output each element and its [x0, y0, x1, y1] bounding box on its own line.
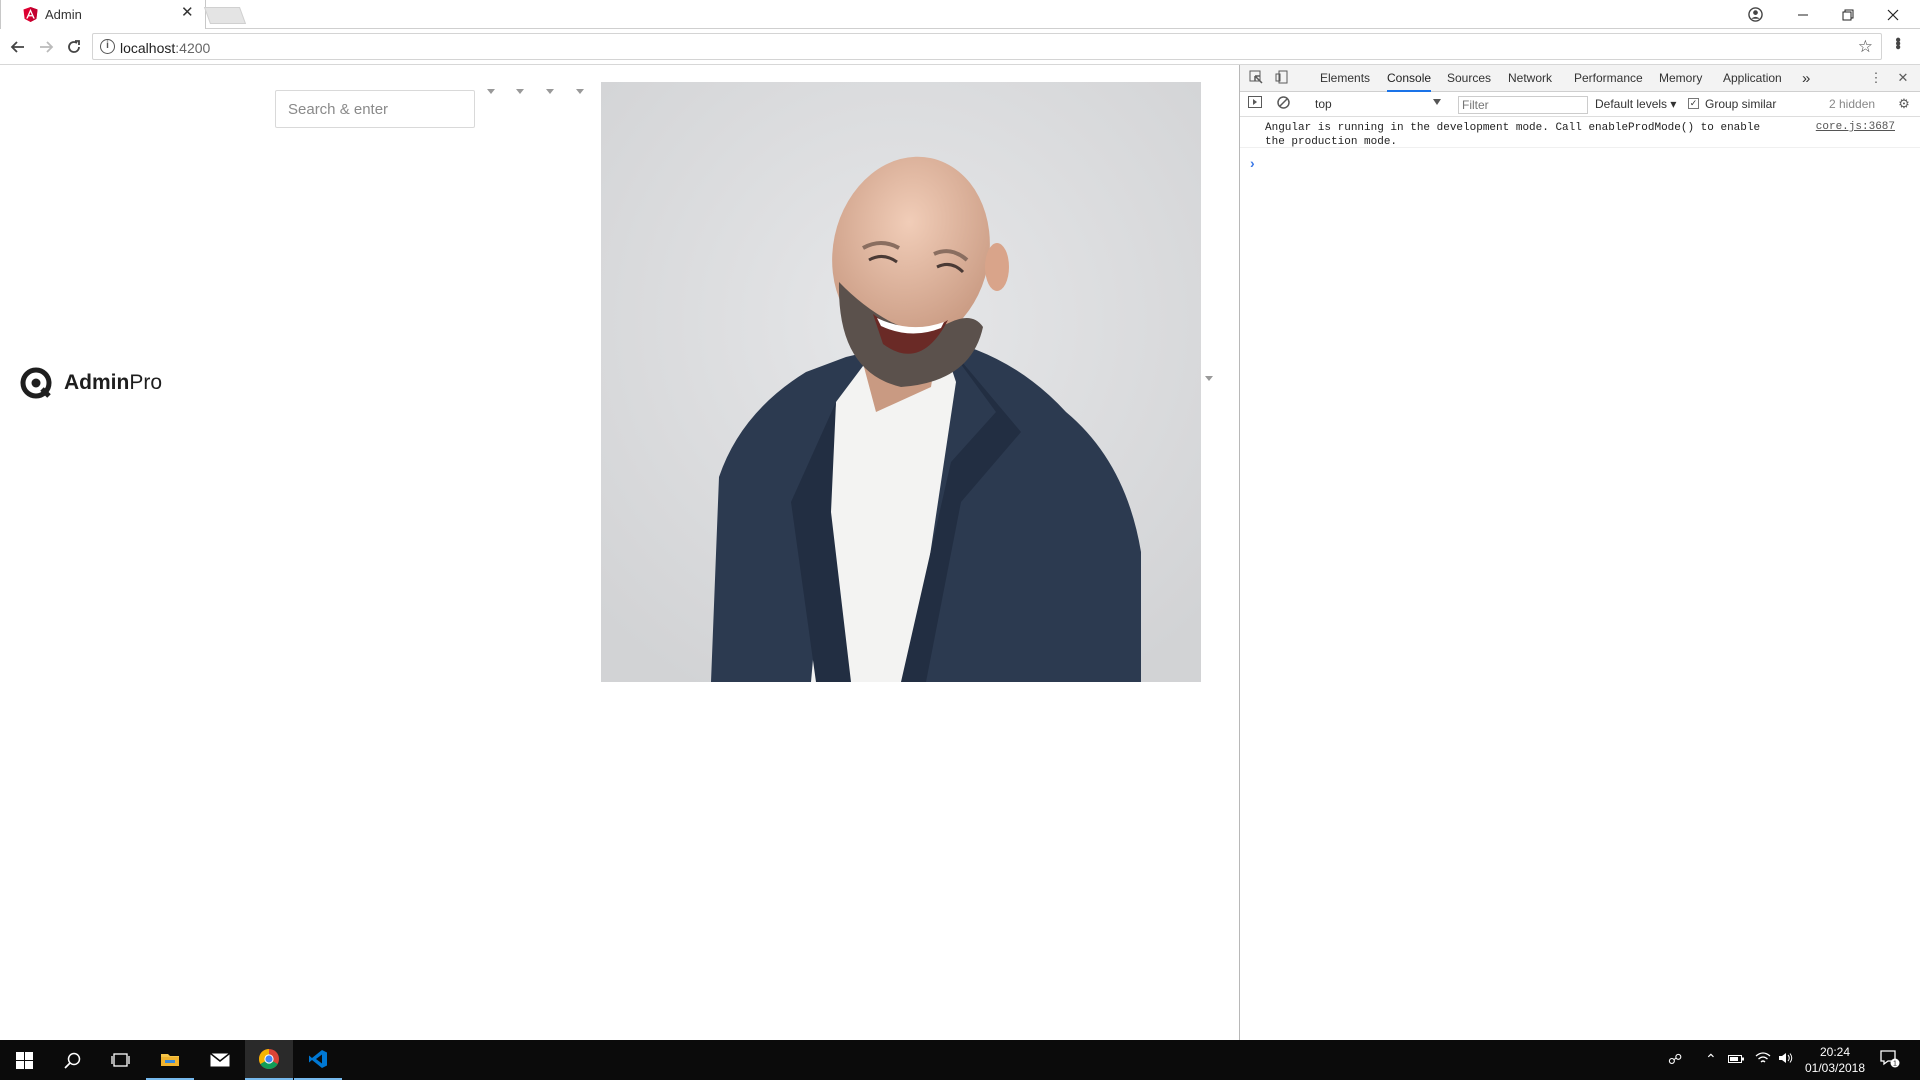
page-viewport: AdminPro: [0, 65, 1239, 1040]
devtools-tab-performance[interactable]: Performance: [1574, 65, 1643, 92]
app-logo[interactable]: AdminPro: [20, 367, 162, 399]
back-icon[interactable]: [6, 35, 30, 59]
log-levels-dropdown[interactable]: Default levels ▾: [1595, 97, 1676, 111]
browser-tab-admin[interactable]: Admin ✕: [0, 0, 206, 29]
angular-icon: [23, 7, 38, 22]
clock-time: 20:24: [1819, 1045, 1851, 1059]
console-toolbar: top Default levels ▾ ✓ Group similar 2 h…: [1240, 92, 1920, 117]
taskbar: ☍ ⌃ 20:24 01/03/2018 1: [0, 1040, 1920, 1080]
sidebar-toggle-icon[interactable]: [1247, 96, 1263, 112]
profile-icon[interactable]: [1735, 0, 1775, 29]
taskbar-clock[interactable]: 20:24 01/03/2018: [1795, 1044, 1875, 1076]
chrome-icon[interactable]: [245, 1040, 293, 1080]
dropdown-caret-icon[interactable]: [546, 89, 554, 94]
devtools-close-icon[interactable]: ✕: [1895, 70, 1911, 86]
bookmark-star-icon[interactable]: ☆: [1858, 37, 1873, 57]
dropdown-caret-icon[interactable]: [576, 89, 584, 94]
forward-icon[interactable]: [34, 35, 58, 59]
profile-photo: [601, 82, 1201, 682]
address-bar[interactable]: i localhost:4200 ☆: [92, 33, 1882, 60]
mail-icon[interactable]: [196, 1040, 244, 1080]
logo-text: AdminPro: [64, 371, 163, 394]
more-tabs-icon[interactable]: »: [1802, 65, 1810, 92]
file-explorer-icon[interactable]: [146, 1040, 194, 1080]
console-prompt[interactable]: ›: [1250, 155, 1255, 171]
context-selector[interactable]: top: [1311, 95, 1441, 113]
logo-mark-icon: [20, 367, 52, 399]
devtools-tab-memory[interactable]: Memory: [1659, 65, 1702, 92]
windows-start-icon[interactable]: [0, 1040, 48, 1080]
task-view-icon[interactable]: [96, 1040, 144, 1080]
dropdown-caret-icon[interactable]: [1205, 376, 1213, 381]
restore-icon[interactable]: [1828, 0, 1868, 29]
gear-icon[interactable]: ⚙: [1896, 96, 1912, 112]
wifi-icon[interactable]: [1755, 1051, 1771, 1067]
notification-count: 1: [1893, 1061, 1897, 1068]
reload-icon[interactable]: [62, 35, 86, 59]
console-message-text: Angular is running in the development mo…: [1265, 122, 1761, 148]
battery-icon[interactable]: [1728, 1051, 1744, 1067]
action-center-icon[interactable]: 1: [1880, 1050, 1900, 1071]
info-icon[interactable]: i: [100, 39, 115, 54]
devtools-menu-icon[interactable]: ⋮: [1868, 70, 1884, 86]
device-toolbar-icon[interactable]: [1274, 70, 1290, 86]
inspect-element-icon[interactable]: [1248, 70, 1264, 86]
new-tab-button[interactable]: [203, 7, 247, 24]
console-message-source[interactable]: core.js:3687: [1816, 121, 1895, 133]
clock-date: 01/03/2018: [1804, 1061, 1866, 1075]
devtools-tab-sources[interactable]: Sources: [1447, 65, 1491, 92]
chevron-down-icon[interactable]: [1433, 99, 1441, 105]
group-similar-label: Group similar: [1705, 97, 1777, 111]
filter-input[interactable]: [1458, 96, 1588, 114]
browser-menu-icon[interactable]: •••: [1888, 37, 1906, 48]
show-hidden-icons-chevron-up-icon[interactable]: ⌃: [1705, 1051, 1717, 1068]
tab-close-icon[interactable]: ✕: [181, 5, 194, 21]
devtools-tab-application[interactable]: Application: [1723, 65, 1782, 92]
search-input[interactable]: [275, 90, 475, 128]
group-similar-checkbox[interactable]: ✓: [1688, 98, 1699, 109]
vscode-icon[interactable]: [294, 1040, 342, 1080]
browser-title-bar: Admin ✕: [0, 0, 1920, 29]
clear-console-icon[interactable]: [1275, 96, 1291, 112]
search-icon[interactable]: [48, 1040, 96, 1080]
console-message: Angular is running in the development mo…: [1240, 118, 1920, 148]
dropdown-caret-icon[interactable]: [516, 89, 524, 94]
hidden-count: 2 hidden: [1829, 97, 1876, 111]
dropdown-caret-icon[interactable]: [487, 89, 495, 94]
people-icon[interactable]: ☍: [1668, 1051, 1682, 1068]
devtools-tab-bar: Elements Console Sources Network Perform…: [1240, 65, 1920, 92]
tab-title: Admin: [45, 7, 82, 22]
devtools-tab-network[interactable]: Network: [1508, 65, 1552, 92]
minimize-icon[interactable]: [1783, 0, 1823, 29]
devtools-panel: Elements Console Sources Network Perform…: [1239, 65, 1920, 1040]
address-url[interactable]: localhost:4200: [120, 40, 210, 56]
browser-toolbar: i localhost:4200 ☆ •••: [0, 29, 1920, 65]
devtools-tab-console[interactable]: Console: [1387, 65, 1432, 92]
close-window-icon[interactable]: [1873, 0, 1913, 29]
devtools-tab-elements[interactable]: Elements: [1320, 65, 1370, 92]
volume-icon[interactable]: [1778, 1051, 1794, 1067]
